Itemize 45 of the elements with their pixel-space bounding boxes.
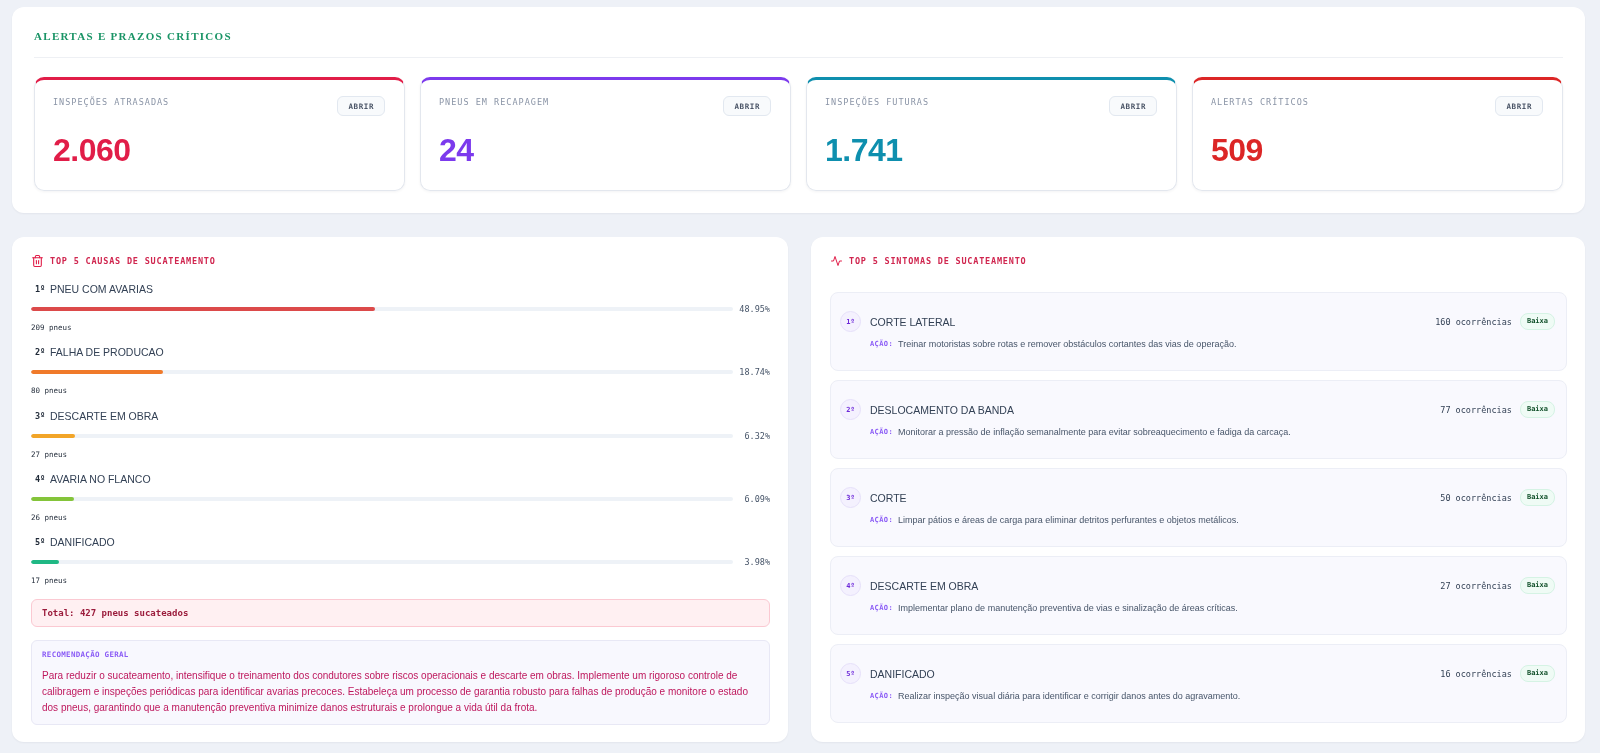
card-label: ALERTAS CRÍTICOS	[1211, 96, 1309, 108]
symptom-name: DESLOCAMENTO DA BANDA	[870, 403, 1015, 416]
cause-name: FALHA DE PRODUCAO	[50, 345, 164, 360]
cause-name: PNEU COM AVARIAS	[50, 282, 153, 296]
percent-label: 6.09%	[743, 492, 770, 505]
recommendation-text: Para reduzir o sucateamento, intensifique o treinamento dos condutores sobre riscos operacionais e descarte em obras. Implemente um rigoroso controle de calibragem e inspeções periódicas para identificar avarias precoces. Estabeleça um processo de garantia robusto para falhas de produção e monitore o estado dos pneus, garantindo que a manutenção preventiva minimize danos estruturais e prolongue a vida útil da frota.	[42, 669, 749, 715]
occurrence-count: 16 ocorrências	[1440, 668, 1512, 679]
action-text: Monitorar a pressão de inflação semanalmente para evitar sobreaquecimento e fadiga da carcaça.	[898, 426, 1291, 438]
percent-label: 3.98%	[743, 556, 770, 568]
percent-label: 48.95%	[738, 303, 770, 315]
card-label: INSPEÇÕES FUTURAS	[825, 96, 929, 108]
action-text: Implementar plano de manutenção preventiva de vias e sinalização de áreas críticas.	[898, 602, 1238, 614]
symptom-name: DANIFICADO	[870, 667, 936, 680]
trash-icon	[32, 255, 43, 267]
cause-name: DESCARTE EM OBRA	[50, 408, 159, 423]
panel-title: TOP 5 SINTOMAS DE SUCATEAMENTO	[849, 255, 1027, 267]
percent-label: 6.32%	[743, 429, 770, 442]
rank-label: 5º	[35, 537, 47, 547]
cause-name: DANIFICADO	[50, 535, 115, 549]
metric-value: 24	[439, 132, 475, 168]
action-text: Treinar motoristas sobre rotas e remover obstáculos cortantes das vias de operação.	[898, 338, 1237, 350]
percent-label: 18.74%	[738, 366, 770, 379]
symptom-name: CORTE	[870, 491, 908, 504]
metric-value: 2.060	[53, 132, 132, 168]
symptom-name: CORTE LATERAL	[870, 315, 957, 328]
card-label: INSPEÇÕES ATRASADAS	[53, 96, 170, 108]
pulse-line-icon	[831, 255, 842, 267]
rank-label: 3º	[35, 410, 47, 421]
occurrence-count: 50 ocorrências	[1440, 492, 1512, 503]
rank-label: 4º	[35, 473, 47, 484]
symptom-name: DESCARTE EM OBRA	[870, 579, 980, 592]
card-label: PNEUS EM RECAPAGEM	[439, 96, 550, 108]
metric-value: 509	[1211, 132, 1264, 168]
metric-value: 1.741	[825, 132, 904, 168]
occurrence-count: 27 ocorrências	[1440, 580, 1512, 591]
action-text: Realizar inspeção visual diária para identificar e corrigir danos antes do agravamento.	[898, 690, 1241, 702]
occurrence-count: 160 ocorrências	[1435, 316, 1512, 327]
rank-label: 1º	[35, 284, 47, 294]
occurrence-count: 77 ocorrências	[1440, 404, 1512, 415]
panel-title: TOP 5 CAUSAS DE SUCATEAMENTO	[50, 255, 216, 267]
total-summary: Total: 427 pneus sucateados	[31, 599, 770, 627]
cause-name: AVARIA NO FLANCO	[50, 471, 151, 486]
rank-label: 2º	[35, 347, 47, 358]
action-text: Limpar pátios e áreas de carga para eliminar detritos perfurantes e objetos metálicos.	[898, 514, 1239, 526]
panel-title: ALERTAS E PRAZOS CRÍTICOS	[34, 29, 233, 43]
